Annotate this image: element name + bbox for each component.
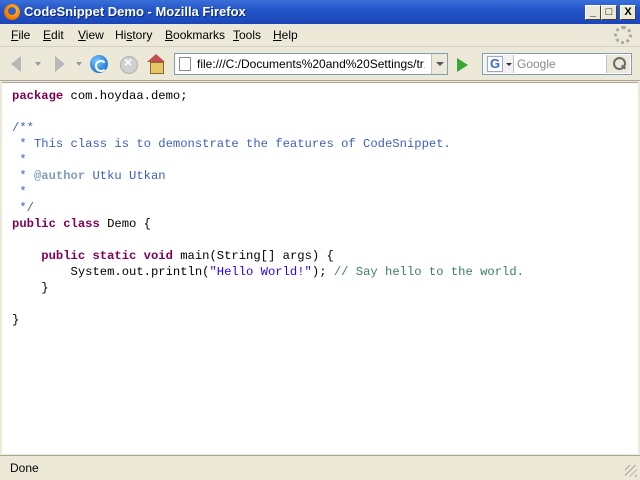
reload-icon[interactable]: [88, 53, 110, 75]
code-snippet: package com.hoydaa.demo; /** * This clas…: [12, 88, 524, 328]
close-button[interactable]: X: [620, 5, 636, 20]
code-comment: /**: [12, 121, 34, 135]
forward-history-dropdown-icon[interactable]: [76, 62, 82, 66]
code-text: }: [12, 313, 20, 327]
engine-dropdown-icon: [506, 63, 512, 66]
resize-grip-icon[interactable]: [625, 465, 637, 477]
code-comment: * This class is to demonstrate the featu…: [12, 137, 451, 151]
code-string: "Hello World!": [209, 265, 312, 279]
menu-history[interactable]: History: [115, 28, 152, 42]
throbber-icon: [614, 26, 632, 44]
menu-view[interactable]: View: [78, 28, 104, 42]
home-icon[interactable]: [145, 53, 167, 75]
page-content: package com.hoydaa.demo; /** * This clas…: [2, 82, 638, 454]
code-keyword: package: [12, 89, 64, 103]
back-history-dropdown-icon[interactable]: [35, 62, 41, 66]
search-bar[interactable]: G Google: [482, 53, 632, 75]
window-title: CodeSnippet Demo - Mozilla Firefox: [24, 4, 246, 19]
url-text[interactable]: file:///C:/Documents%20and%20Settings/tr…: [197, 57, 425, 71]
google-icon: G: [487, 56, 503, 72]
status-text: Done: [10, 461, 39, 475]
menu-bar: File Edit View History Bookmarks Tools H…: [0, 24, 640, 47]
menu-tools[interactable]: Tools: [233, 28, 261, 42]
search-input[interactable]: Google: [517, 57, 556, 71]
code-text: }: [12, 281, 49, 295]
code-text: System.out.println(: [12, 265, 210, 279]
page-icon: [179, 57, 191, 71]
code-text: com.hoydaa.demo;: [63, 89, 188, 103]
code-comment: *: [12, 153, 27, 167]
status-bar: Done: [0, 455, 640, 480]
maximize-button[interactable]: □: [601, 5, 617, 20]
minimize-button[interactable]: _: [585, 5, 601, 20]
address-bar[interactable]: file:///C:/Documents%20and%20Settings/tr…: [174, 53, 448, 75]
back-arrow-icon[interactable]: [8, 53, 30, 75]
forward-arrow-icon[interactable]: [49, 53, 71, 75]
go-arrow-icon[interactable]: [452, 55, 472, 75]
code-comment: *: [12, 169, 34, 183]
firefox-icon: [4, 4, 20, 20]
magnifier-icon[interactable]: [606, 55, 630, 73]
code-comment: *: [12, 185, 27, 199]
menu-file[interactable]: File: [11, 28, 30, 42]
menu-edit[interactable]: Edit: [43, 28, 64, 42]
code-javadoc-tag: @author: [33, 169, 86, 183]
title-bar[interactable]: CodeSnippet Demo - Mozilla Firefox _ □ X: [0, 0, 640, 24]
menu-help[interactable]: Help: [273, 28, 298, 42]
code-comment: */: [12, 201, 34, 215]
url-history-dropdown-icon[interactable]: [431, 54, 447, 74]
code-comment: Utku Utkan: [85, 169, 166, 183]
code-text: );: [311, 265, 334, 279]
code-line-comment: // Say hello to the world.: [333, 265, 524, 279]
stop-icon[interactable]: [117, 53, 139, 75]
code-keyword: public class: [12, 217, 100, 231]
search-engine-selector[interactable]: G: [484, 55, 514, 73]
code-keyword: public static void: [41, 249, 173, 263]
code-text: Demo {: [99, 217, 151, 231]
code-text: main(String[] args) {: [172, 249, 334, 263]
menu-bookmarks[interactable]: Bookmarks: [165, 28, 225, 42]
browser-window: CodeSnippet Demo - Mozilla Firefox _ □ X…: [0, 0, 640, 480]
